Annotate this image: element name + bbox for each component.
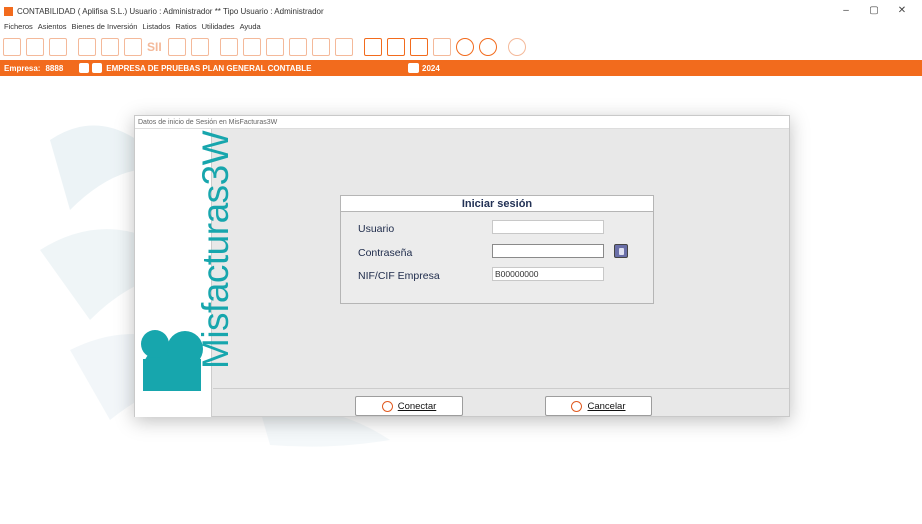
login-heading: Iniciar sesión bbox=[341, 196, 653, 212]
toolbar: SII bbox=[0, 35, 922, 59]
window-controls: – ▢ ✕ bbox=[832, 0, 916, 22]
dialog-title: Datos de inicio de Sesión en MisFacturas… bbox=[135, 116, 789, 129]
monitor-icon[interactable] bbox=[363, 38, 382, 56]
company-name: EMPRESA DE PRUEBAS PLAN GENERAL CONTABLE bbox=[106, 63, 312, 73]
scroll-icon[interactable] bbox=[265, 38, 284, 56]
menu-ficheros[interactable]: Ficheros bbox=[4, 22, 33, 34]
copy-alt-icon[interactable] bbox=[242, 38, 261, 56]
password-input[interactable] bbox=[492, 244, 604, 258]
menu-asientos[interactable]: Asientos bbox=[38, 22, 67, 34]
menu-bar: Ficheros Asientos Bienes de Inversión Li… bbox=[0, 22, 922, 34]
scroll-alt-icon[interactable] bbox=[288, 38, 307, 56]
button-bar: Conectar Cancelar bbox=[213, 388, 789, 417]
title-bar: CONTABILIDAD ( Aplifisa S.L.) Usuario : … bbox=[0, 0, 922, 22]
sii-icon[interactable]: SII bbox=[147, 40, 162, 54]
close-button[interactable]: ✕ bbox=[888, 0, 916, 22]
window-title: CONTABILIDAD ( Aplifisa S.L.) Usuario : … bbox=[17, 6, 324, 16]
document-list-icon[interactable] bbox=[101, 38, 119, 56]
calendar-icon[interactable] bbox=[409, 38, 428, 56]
year-icon[interactable] bbox=[408, 63, 419, 73]
brand-panel: Misfacturas3W bbox=[135, 129, 236, 417]
username-input[interactable] bbox=[492, 220, 604, 234]
scroll-list-icon[interactable] bbox=[334, 38, 353, 56]
document-lock-icon[interactable] bbox=[124, 38, 142, 56]
cancel-button[interactable]: Cancelar bbox=[545, 396, 652, 416]
cancel-label: Cancelar bbox=[587, 400, 626, 412]
user-icon[interactable] bbox=[190, 38, 209, 56]
maximize-button[interactable]: ▢ bbox=[860, 0, 888, 22]
company-bar: Empresa: 8888 EMPRESA DE PRUEBAS PLAN GE… bbox=[0, 60, 922, 76]
cancel-icon bbox=[571, 400, 583, 412]
menu-listados[interactable]: Listados bbox=[142, 22, 170, 34]
accounts-icon[interactable] bbox=[3, 38, 21, 56]
power-icon[interactable] bbox=[507, 38, 526, 56]
company-nif-label: NIF/CIF Empresa bbox=[358, 270, 440, 282]
minimize-button[interactable]: – bbox=[832, 0, 860, 22]
menu-bienes-inversion[interactable]: Bienes de Inversión bbox=[72, 22, 138, 34]
menu-ratios[interactable]: Ratios bbox=[175, 22, 196, 34]
ledger-icon[interactable] bbox=[26, 38, 44, 56]
app-icon bbox=[4, 6, 13, 16]
search-document-icon[interactable] bbox=[167, 38, 186, 56]
document-icon[interactable] bbox=[78, 38, 96, 56]
company-nif-input[interactable]: B00000000 bbox=[492, 267, 604, 281]
company-number: 8888 bbox=[45, 63, 64, 73]
calculator-icon[interactable] bbox=[386, 38, 405, 56]
menu-ayuda[interactable]: Ayuda bbox=[240, 22, 261, 34]
menu-utilidades[interactable]: Utilidades bbox=[202, 22, 235, 34]
password-label: Contraseña bbox=[358, 247, 413, 259]
scroll-edit-icon[interactable] bbox=[311, 38, 330, 56]
export-icon[interactable] bbox=[432, 38, 451, 56]
copy-icon[interactable] bbox=[219, 38, 238, 56]
folder-icon[interactable] bbox=[92, 63, 103, 73]
help-icon[interactable] bbox=[478, 38, 497, 56]
chat-help-icon[interactable] bbox=[455, 38, 474, 56]
company-label: Empresa: bbox=[4, 63, 41, 73]
globe-icon bbox=[381, 400, 393, 412]
username-label: Usuario bbox=[358, 223, 395, 235]
year-value: 2024 bbox=[422, 63, 440, 73]
printer-icon[interactable] bbox=[49, 38, 67, 56]
fiscal-year: 2024 bbox=[408, 63, 440, 73]
refresh-icon[interactable] bbox=[79, 63, 90, 73]
brand-logo: Misfacturas3W bbox=[195, 130, 236, 369]
connect-button[interactable]: Conectar bbox=[355, 396, 463, 416]
show-password-icon[interactable] bbox=[614, 244, 628, 258]
connect-label: Conectar bbox=[397, 400, 437, 412]
login-panel: Iniciar sesión Usuario Contraseña NIF/CI… bbox=[340, 195, 654, 304]
login-dialog: Datos de inicio de Sesión en MisFacturas… bbox=[134, 115, 790, 417]
